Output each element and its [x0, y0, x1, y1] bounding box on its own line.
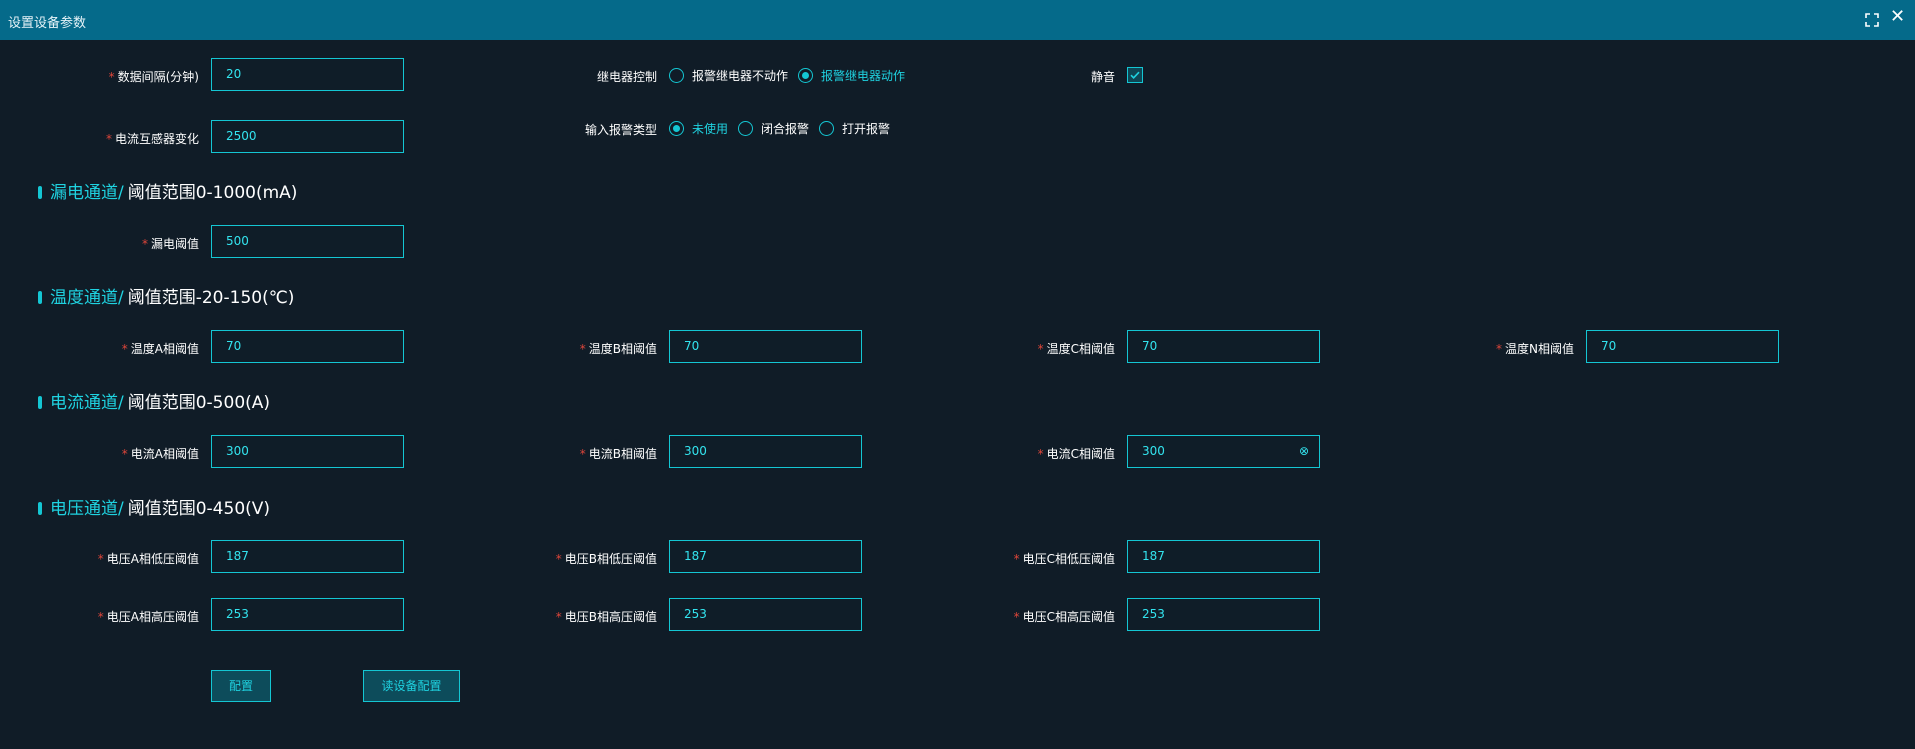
- section-marker-icon: [38, 396, 42, 409]
- mute-label: 静音: [1090, 70, 1115, 84]
- radio-circle-icon: [669, 68, 684, 83]
- temperature-section-header: 温度通道/阈值范围-20-150(℃): [38, 283, 294, 308]
- configure-button[interactable]: 配置: [211, 670, 271, 702]
- temp-c-input[interactable]: 70: [1127, 330, 1320, 363]
- current-c-label: * 电流C相阈值: [1037, 447, 1115, 461]
- ct-ratio-label: * 电流互感器变化: [105, 132, 199, 146]
- temp-b-input[interactable]: 70: [669, 330, 862, 363]
- leakage-section-header: 漏电通道/阈值范围0-1000(mA): [38, 178, 297, 203]
- radio-checked-icon: [798, 68, 814, 83]
- relay-control-label: 继电器控制: [596, 70, 657, 84]
- voltage-a-high-label: * 电压A相高压阈值: [97, 610, 199, 624]
- read-config-button[interactable]: 读设备配置: [363, 670, 460, 702]
- voltage-c-low-input[interactable]: 187: [1127, 540, 1320, 573]
- section-marker-icon: [38, 291, 42, 304]
- temp-b-label: * 温度B相阈值: [579, 342, 657, 356]
- window-title: 设置设备参数: [8, 16, 87, 31]
- temp-n-label: * 温度N相阈值: [1496, 342, 1574, 356]
- voltage-b-low-input[interactable]: 187: [669, 540, 862, 573]
- voltage-c-high-input[interactable]: 253: [1127, 598, 1320, 631]
- current-a-label: * 电流A相阈值: [121, 447, 199, 461]
- close-icon[interactable]: ✕: [1890, 7, 1905, 27]
- radio-circle-icon: [738, 121, 754, 136]
- current-c-input[interactable]: 300 ⊗: [1127, 435, 1320, 468]
- relay-control-radio-group: 报警继电器不动作 报警继电器动作: [669, 67, 915, 84]
- voltage-c-high-label: * 电压C相高压阈值: [1013, 610, 1115, 624]
- temp-a-input[interactable]: 70: [211, 330, 404, 363]
- data-interval-input[interactable]: 20: [211, 58, 404, 91]
- fullscreen-icon[interactable]: [1865, 13, 1879, 27]
- current-b-label: * 电流B相阈值: [579, 447, 657, 461]
- ct-ratio-input[interactable]: 2500: [211, 120, 404, 153]
- voltage-c-low-label: * 电压C相低压阈值: [1013, 552, 1115, 566]
- radio-checked-icon: [669, 121, 684, 136]
- leakage-threshold-input[interactable]: 500: [211, 225, 404, 258]
- radio-relay-no-action[interactable]: 报警继电器不动作: [669, 67, 788, 84]
- current-section-header: 电流通道/阈值范围0-500(A): [38, 388, 270, 413]
- title-bar: 设置设备参数 ✕: [0, 0, 1915, 40]
- radio-relay-action[interactable]: 报警继电器动作: [798, 67, 905, 84]
- voltage-b-low-label: * 电压B相低压阈值: [555, 552, 657, 566]
- input-alarm-type-label: 输入报警类型: [584, 123, 657, 137]
- clear-icon[interactable]: ⊗: [1299, 436, 1309, 467]
- temp-n-input[interactable]: 70: [1586, 330, 1779, 363]
- section-marker-icon: [38, 502, 42, 515]
- voltage-section-header: 电压通道/阈值范围0-450(V): [38, 494, 270, 519]
- checkmark-icon: [1130, 71, 1140, 79]
- voltage-b-high-input[interactable]: 253: [669, 598, 862, 631]
- temp-a-label: * 温度A相阈值: [121, 342, 199, 356]
- current-a-input[interactable]: 300: [211, 435, 404, 468]
- radio-alarm-open[interactable]: 打开报警: [819, 120, 890, 137]
- radio-alarm-closed[interactable]: 闭合报警: [738, 120, 809, 137]
- section-marker-icon: [38, 186, 42, 199]
- current-b-input[interactable]: 300: [669, 435, 862, 468]
- temp-c-label: * 温度C相阈值: [1037, 342, 1115, 356]
- input-alarm-type-radio-group: 未使用 闭合报警 打开报警: [669, 120, 900, 137]
- voltage-b-high-label: * 电压B相高压阈值: [555, 610, 657, 624]
- radio-circle-icon: [819, 121, 835, 136]
- voltage-a-low-input[interactable]: 187: [211, 540, 404, 573]
- leakage-threshold-label: * 漏电阈值: [141, 237, 199, 251]
- mute-checkbox[interactable]: [1127, 67, 1143, 83]
- voltage-a-low-label: * 电压A相低压阈值: [97, 552, 199, 566]
- voltage-a-high-input[interactable]: 253: [211, 598, 404, 631]
- radio-alarm-unused[interactable]: 未使用: [669, 120, 728, 137]
- data-interval-label: * 数据间隔(分钟): [108, 70, 199, 84]
